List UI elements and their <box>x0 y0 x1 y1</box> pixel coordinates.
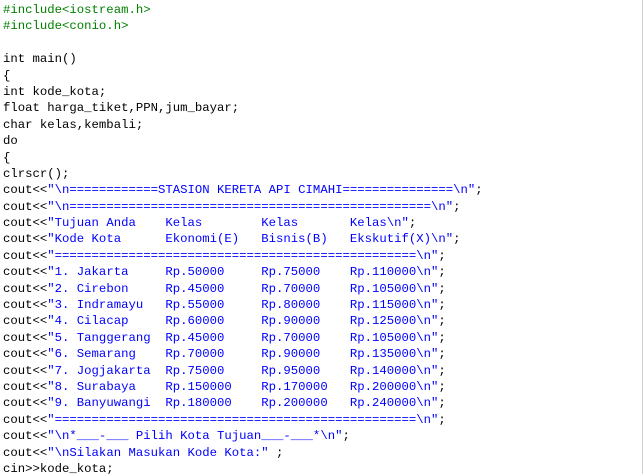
code-line: cout<<"3. Indramayu Rp.55000 Rp.80000 Rp… <box>3 297 483 313</box>
string-literal: "7. Jogjakarta Rp.75000 Rp.95000 Rp.1400… <box>47 363 439 378</box>
code-line: float harga_tiket,PPN,jum_bayar; <box>3 100 483 116</box>
code-text: cout<< <box>3 445 48 460</box>
string-literal: "=======================================… <box>47 412 439 427</box>
string-literal: "\nSilakan Masukan Kode Kota:" <box>47 445 277 460</box>
preprocessor-directive: #include<conio.h> <box>3 19 129 34</box>
code-line: cout<<"\n===============================… <box>3 199 483 215</box>
code-text: cout<< <box>3 379 48 394</box>
code-text: cout<< <box>3 298 48 313</box>
code-text: cout<< <box>3 232 48 247</box>
code-text: cout<< <box>3 330 48 345</box>
string-literal: "\n=====================================… <box>47 199 454 214</box>
code-text: clrscr(); <box>3 166 70 181</box>
code-text: ; <box>438 347 446 362</box>
code-line: cout<<"4. Cilacap Rp.60000 Rp.90000 Rp.1… <box>3 313 483 329</box>
code-text: ; <box>438 330 446 345</box>
code-line: cout<<"Kode Kota Ekonomi(E) Bisnis(B) Ek… <box>3 231 483 247</box>
code-text: cout<< <box>3 412 48 427</box>
code-text: ; <box>453 232 461 247</box>
code-text: ; <box>475 183 483 198</box>
source-code[interactable]: #include<iostream.h> #include<conio.h> int… <box>3 2 483 474</box>
string-literal: "=======================================… <box>47 248 439 263</box>
code-line: cout<<"2. Cirebon Rp.45000 Rp.70000 Rp.1… <box>3 281 483 297</box>
preprocessor-directive: #include<iostream.h> <box>3 3 151 17</box>
code-text: ; <box>438 281 446 296</box>
code-text: cout<< <box>3 183 48 198</box>
code-text: ; <box>453 199 461 214</box>
code-text: cout<< <box>3 265 48 280</box>
code-text: ; <box>342 429 350 444</box>
string-literal: "\n============STASION KERETA API CIMAHI… <box>47 183 476 198</box>
string-literal: "1. Jakarta Rp.50000 Rp.75000 Rp.110000\… <box>47 265 439 280</box>
code-text: cout<< <box>3 347 48 362</box>
code-text: cout<< <box>3 363 48 378</box>
code-line: cout<<"5. Tanggerang Rp.45000 Rp.70000 R… <box>3 330 483 346</box>
code-text: int main() <box>3 52 77 67</box>
code-text: cin>>kode_kota; <box>3 461 114 474</box>
code-text: ; <box>438 265 446 280</box>
string-literal: "9. Banyuwangi Rp.180000 Rp.200000 Rp.24… <box>47 396 439 411</box>
code-line: { <box>3 68 483 84</box>
code-line: cout<<"\nSilakan Masukan Kode Kota:" ; <box>3 445 483 461</box>
string-literal: "Tujuan Anda Kelas Kelas Kelas\n" <box>47 216 409 231</box>
code-line: cin>>kode_kota; <box>3 461 483 474</box>
code-line: int kode_kota; <box>3 84 483 100</box>
string-literal: "\n*___-___ Pilih Kota Tujuan___-___*\n" <box>47 429 343 444</box>
string-literal: "Kode Kota Ekonomi(E) Bisnis(B) Ekskutif… <box>47 232 454 247</box>
code-line: cout<<"Tujuan Anda Kelas Kelas Kelas\n"; <box>3 215 483 231</box>
code-line: cout<<"\n*___-___ Pilih Kota Tujuan___-_… <box>3 428 483 444</box>
code-line: #include<iostream.h> <box>3 2 483 18</box>
code-text: cout<< <box>3 396 48 411</box>
string-literal: "2. Cirebon Rp.45000 Rp.70000 Rp.105000\… <box>47 281 439 296</box>
string-literal: "5. Tanggerang Rp.45000 Rp.70000 Rp.1050… <box>47 330 439 345</box>
code-line: cout<<"9. Banyuwangi Rp.180000 Rp.200000… <box>3 395 483 411</box>
code-text: ; <box>438 298 446 313</box>
code-line: cout<<"=================================… <box>3 248 483 264</box>
code-text: float harga_tiket,PPN,jum_bayar; <box>3 101 240 116</box>
code-text: ; <box>438 363 446 378</box>
code-text: cout<< <box>3 199 48 214</box>
code-line: char kelas,kembali; <box>3 117 483 133</box>
code-text: { <box>3 68 11 83</box>
code-line: cout<<"\n============STASION KERETA API … <box>3 182 483 198</box>
string-literal: "8. Surabaya Rp.150000 Rp.170000 Rp.2000… <box>47 379 439 394</box>
code-line: int main() <box>3 51 483 67</box>
code-text: cout<< <box>3 429 48 444</box>
code-line: cout<<"7. Jogjakarta Rp.75000 Rp.95000 R… <box>3 363 483 379</box>
code-text: ; <box>408 216 417 231</box>
code-line: clrscr(); <box>3 166 483 182</box>
code-text: cout<< <box>3 314 48 329</box>
code-text: ; <box>438 379 446 394</box>
string-literal: "3. Indramayu Rp.55000 Rp.80000 Rp.11500… <box>47 298 439 313</box>
code-text: cout<< <box>3 248 48 263</box>
code-line: cout<<"8. Surabaya Rp.150000 Rp.170000 R… <box>3 379 483 395</box>
code-line: #include<conio.h> <box>3 18 483 34</box>
code-text: ; <box>438 248 446 263</box>
code-text: ; <box>276 445 284 460</box>
code-line: cout<<"6. Semarang Rp.70000 Rp.90000 Rp.… <box>3 346 483 362</box>
code-line: cout<<"1. Jakarta Rp.50000 Rp.75000 Rp.1… <box>3 264 483 280</box>
code-text: { <box>3 150 11 165</box>
code-text: char kelas,kembali; <box>3 117 144 132</box>
code-editor[interactable]: #include<iostream.h> #include<conio.h> int… <box>0 0 643 474</box>
code-line: { <box>3 150 483 166</box>
code-text: cout<< <box>3 281 48 296</box>
string-literal: "6. Semarang Rp.70000 Rp.90000 Rp.135000… <box>47 347 439 362</box>
code-text: ; <box>438 396 446 411</box>
code-text: do <box>3 134 18 149</box>
code-line: cout<<"=================================… <box>3 412 483 428</box>
code-text: ; <box>438 314 446 329</box>
code-text: int kode_kota; <box>3 84 107 99</box>
code-text: cout<< <box>3 216 48 231</box>
code-text: ; <box>438 412 446 427</box>
string-literal: "4. Cilacap Rp.60000 Rp.90000 Rp.125000\… <box>47 314 439 329</box>
code-line: do <box>3 133 483 149</box>
